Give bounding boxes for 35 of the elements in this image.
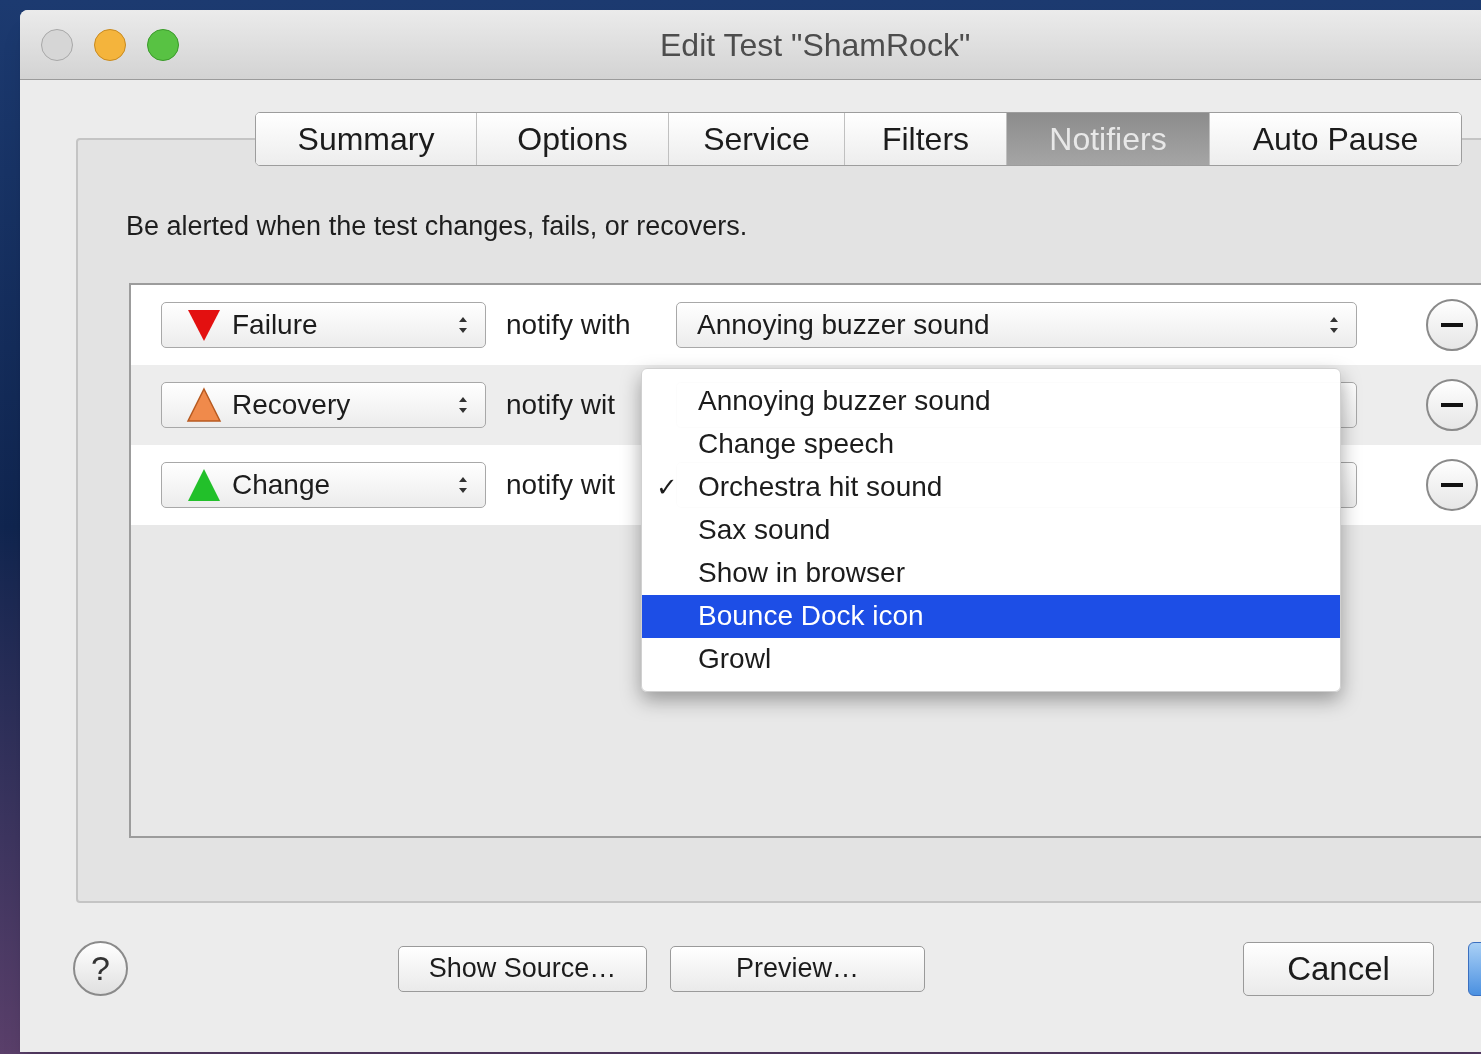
check-mark: ✓ [655, 470, 679, 504]
remove-button[interactable] [1426, 298, 1478, 351]
window-title: Edit Test "ShamRock" [660, 25, 971, 65]
push-button[interactable]: Preview… [670, 945, 925, 992]
menu-item[interactable]: Annoying buzzer sound [642, 379, 1340, 423]
remove-button[interactable] [1426, 458, 1478, 511]
minimize-button[interactable] [94, 28, 126, 61]
tab[interactable]: Options [476, 113, 668, 165]
zoom-button[interactable] [147, 28, 179, 61]
description-text: Be alerted when the test changes, fails, or recovers. [126, 210, 749, 243]
up-triangle-icon [186, 386, 222, 423]
menu-item[interactable]: Show in browser [642, 551, 1340, 595]
event-popup[interactable]: Failure [161, 301, 486, 348]
help-button[interactable]: ? [73, 941, 128, 996]
notify-label: notify with [506, 308, 631, 340]
push-button[interactable]: Show Source… [398, 945, 647, 992]
menu-item[interactable]: Sax sound [642, 508, 1340, 552]
action-popup[interactable]: Annoying buzzer sound [676, 301, 1357, 348]
notify-label: notify wit [506, 468, 615, 500]
menu-item[interactable]: ✓ Orchestra hit sound [642, 465, 1340, 509]
tab[interactable]: Auto Pause [1209, 113, 1461, 165]
minus-icon [1441, 402, 1463, 407]
menu-item[interactable]: Change speech [642, 422, 1340, 466]
event-popup[interactable]: Change [161, 461, 486, 508]
minus-icon [1441, 322, 1463, 327]
menu-item[interactable]: Growl [642, 637, 1340, 681]
event-popup[interactable]: Recovery [161, 381, 486, 428]
minus-icon [1441, 482, 1463, 487]
push-button[interactable]: Cancel [1243, 941, 1434, 996]
tab[interactable]: Filters [844, 113, 1006, 165]
tab[interactable]: Summary [256, 113, 476, 165]
menu-item[interactable]: Bounce Dock icon [642, 594, 1340, 638]
remove-button[interactable] [1426, 378, 1478, 431]
tab[interactable]: Service [668, 113, 844, 165]
notify-label: notify wit [506, 388, 615, 420]
